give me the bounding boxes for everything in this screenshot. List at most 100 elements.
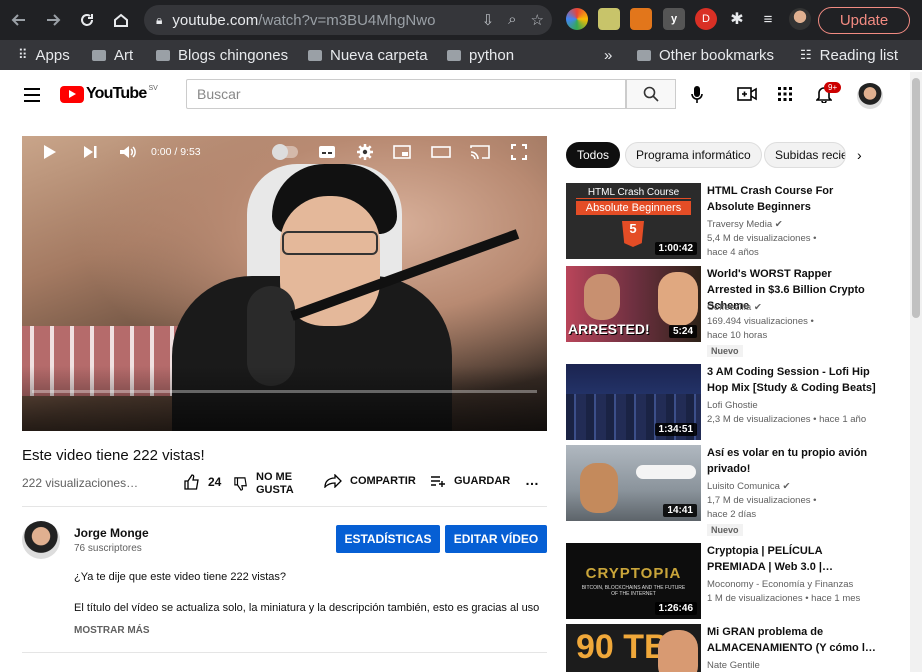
thumb-person xyxy=(658,630,698,672)
channel-name[interactable]: Jorge Monge xyxy=(74,526,149,540)
channel-name[interactable]: Moconomy - Economía y Finanzas xyxy=(707,578,907,592)
reading-list[interactable]: ☷ Reading list xyxy=(800,40,898,70)
channel-name[interactable]: Lofi Ghostie xyxy=(707,399,907,413)
bookmark-folder[interactable]: Nueva carpeta xyxy=(308,40,428,70)
other-bookmarks[interactable]: Other bookmarks xyxy=(637,40,774,70)
video-stats: 5,4 M de visualizaciones • xyxy=(707,233,817,244)
video-title[interactable]: Cryptopia | PELÍCULA PREMIADA | Web 3.0 … xyxy=(707,543,877,575)
zoom-icon[interactable]: ⌕ xyxy=(508,11,516,29)
update-button[interactable]: Update xyxy=(818,7,910,34)
recommendation-item[interactable]: HTML Crash Course Absolute Beginners 5 1… xyxy=(566,183,906,259)
like-button[interactable]: 24 xyxy=(184,474,221,490)
progress-bar[interactable] xyxy=(32,390,537,393)
extension-icon[interactable]: y xyxy=(663,8,685,30)
metamask-icon[interactable] xyxy=(630,8,652,30)
verified-icon: ✔ xyxy=(782,481,791,492)
video-title[interactable]: HTML Crash Course For Absolute Beginners xyxy=(707,183,877,215)
video-thumbnail[interactable]: 14:41 xyxy=(566,445,701,521)
more-actions-button[interactable]: … xyxy=(525,472,539,488)
reload-icon[interactable] xyxy=(72,5,102,35)
verified-icon: ✔ xyxy=(774,219,783,230)
volume-icon[interactable] xyxy=(118,142,138,162)
show-more-button[interactable]: MOSTRAR MÁS xyxy=(74,625,150,636)
extension-icon[interactable]: D xyxy=(695,8,717,30)
chip-recent[interactable]: Subidas recie xyxy=(764,142,846,168)
video-thumbnail[interactable]: HTML Crash Course Absolute Beginners 5 1… xyxy=(566,183,701,259)
create-video-icon[interactable] xyxy=(737,86,757,107)
recommendation-item[interactable]: CRYPTOPIA BITCOIN, BLOCKCHAINS AND THE F… xyxy=(566,543,906,619)
channel-name[interactable]: Luisito Comunica ✔ xyxy=(707,480,907,494)
share-icon xyxy=(324,474,342,488)
share-button[interactable]: COMPARTIR xyxy=(324,474,416,488)
search-input[interactable]: Buscar xyxy=(186,79,626,109)
subtitles-icon[interactable] xyxy=(317,142,337,162)
settings-gear-icon[interactable] xyxy=(355,142,375,162)
account-avatar[interactable] xyxy=(857,83,883,109)
video-title[interactable]: 3 AM Coding Session - Lofi Hip Hop Mix [… xyxy=(707,364,877,396)
back-icon[interactable] xyxy=(4,5,34,35)
bookmarks-overflow[interactable]: » xyxy=(604,40,612,70)
dislike-button[interactable]: NO ME GUSTA xyxy=(234,471,304,497)
video-stats: 1 M de visualizaciones • hace 1 mes xyxy=(707,593,861,604)
video-thumbnail[interactable]: CRYPTOPIA BITCOIN, BLOCKCHAINS AND THE F… xyxy=(566,543,701,619)
video-player[interactable]: 0:00 / 9:53 xyxy=(22,136,547,431)
verified-icon: ✔ xyxy=(753,302,762,313)
recommendation-item[interactable]: 14:41 Así es volar en tu propio avión pr… xyxy=(566,445,907,536)
youtube-header: YouTube SV Buscar 9+ xyxy=(2,72,908,120)
star-icon[interactable]: ☆ xyxy=(531,11,544,29)
install-icon[interactable]: ⇩ xyxy=(482,11,495,29)
search-button[interactable] xyxy=(626,79,676,109)
stats-button[interactable]: ESTADÍSTICAS xyxy=(336,525,440,553)
bookmark-folder[interactable]: Blogs chingones xyxy=(156,40,288,70)
play-icon[interactable] xyxy=(40,142,60,162)
thumb-person xyxy=(658,272,698,326)
cast-icon[interactable] xyxy=(469,142,491,162)
bookmark-folder[interactable]: python xyxy=(447,40,514,70)
video-stats: 2,3 M de visualizaciones • hace 1 año xyxy=(707,414,867,425)
menu-icon[interactable] xyxy=(24,88,40,102)
address-bar[interactable]: 🔒︎ youtube.com/watch?v=m3BU4MhgNwo ⇩ ⌕ ☆ xyxy=(144,5,552,35)
puzzle-icon[interactable]: ✱ xyxy=(726,8,748,30)
bookmark-apps[interactable]: ⠿ Apps xyxy=(18,40,70,70)
duration-badge: 1:00:42 xyxy=(654,242,697,255)
autoplay-toggle[interactable] xyxy=(272,142,298,162)
profile-avatar[interactable] xyxy=(789,8,811,30)
video-thumbnail[interactable]: ARRESTED! 5:24 xyxy=(566,266,701,342)
scrollbar[interactable] xyxy=(910,72,922,672)
video-title[interactable]: Así es volar en tu propio avión privado! xyxy=(707,445,877,477)
video-thumbnail[interactable]: 1:34:51 xyxy=(566,364,701,440)
youtube-logo[interactable]: YouTube SV xyxy=(60,85,158,103)
chip-software[interactable]: Programa informático xyxy=(625,142,762,168)
mic-icon[interactable] xyxy=(690,85,704,110)
forward-icon[interactable] xyxy=(38,5,68,35)
extension-icon[interactable] xyxy=(598,8,620,30)
channel-name[interactable]: Coffeezilla ✔ xyxy=(707,301,907,315)
miniplayer-icon[interactable] xyxy=(392,142,412,162)
recommendation-item[interactable]: ARRESTED! 5:24 World's WORST Rapper Arre… xyxy=(566,266,907,357)
media-icon[interactable]: ≡ xyxy=(757,8,779,30)
playlist-add-icon xyxy=(431,476,445,487)
channel-name[interactable]: Nate Gentile xyxy=(707,659,907,672)
theater-mode-icon[interactable] xyxy=(430,142,452,162)
channel-avatar[interactable] xyxy=(22,521,60,559)
search-icon xyxy=(643,86,659,102)
bookmark-folder[interactable]: Art xyxy=(92,40,133,70)
folder-icon xyxy=(308,49,322,61)
scrollbar-thumb[interactable] xyxy=(912,78,920,318)
video-title[interactable]: Mi GRAN problema de ALMACENAMIENTO (Y có… xyxy=(707,624,877,656)
save-button[interactable]: GUARDAR xyxy=(430,474,510,488)
chevron-right-icon[interactable]: › xyxy=(857,147,862,163)
recommendation-item[interactable]: 90 TB Mi GRAN problema de ALMACENAMIENTO… xyxy=(566,624,906,672)
edit-video-button[interactable]: EDITAR VÍDEO xyxy=(445,525,547,553)
extension-icon[interactable] xyxy=(566,8,588,30)
fullscreen-icon[interactable] xyxy=(509,142,529,162)
channel-name[interactable]: Traversy Media ✔ xyxy=(707,218,907,232)
video-thumbnail[interactable]: 90 TB xyxy=(566,624,701,672)
url-text[interactable]: youtube.com/watch?v=m3BU4MhgNwo xyxy=(172,12,435,29)
apps-grid-icon[interactable] xyxy=(778,87,792,106)
next-icon[interactable] xyxy=(80,142,100,162)
chip-all[interactable]: Todos xyxy=(566,142,621,168)
recommendation-item[interactable]: 1:34:51 3 AM Coding Session - Lofi Hip H… xyxy=(566,364,906,440)
home-icon[interactable] xyxy=(106,5,136,35)
divider xyxy=(22,652,547,653)
